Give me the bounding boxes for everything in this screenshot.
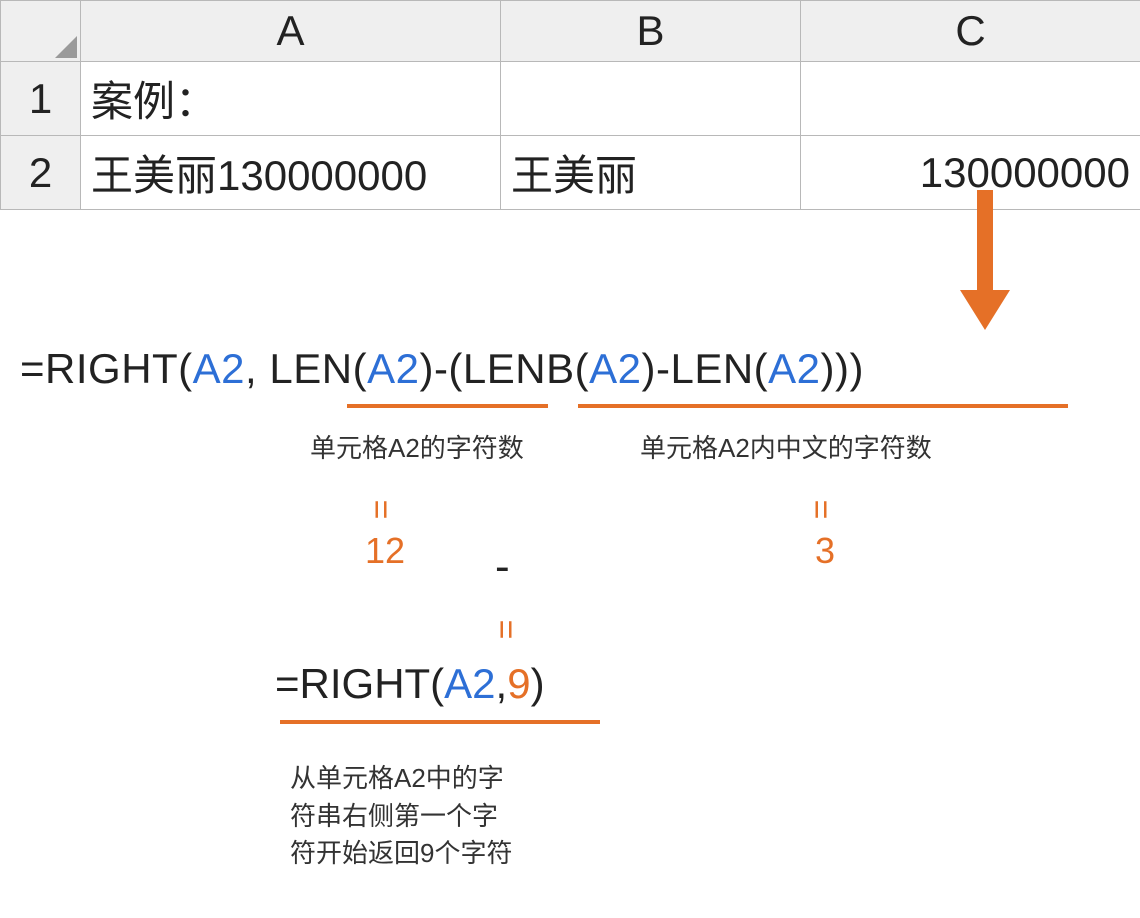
cell-ref: A2 [589, 345, 641, 392]
value-nine: 9 [507, 660, 530, 707]
arrow-down-icon [960, 190, 1010, 330]
value-12: 12 [365, 530, 405, 572]
cell-ref: A2 [444, 660, 495, 707]
row-header-1[interactable]: 1 [1, 62, 81, 136]
formula-text: ) [531, 660, 545, 707]
row-header-2[interactable]: 2 [1, 136, 81, 210]
cell-B2[interactable]: 王美丽 [501, 136, 801, 210]
annotation-line: 从单元格A2中的字 [290, 760, 512, 798]
cell-ref: A2 [367, 345, 419, 392]
annotation-len: 单元格A2的字符数 [310, 428, 524, 465]
formula-text: )-LEN( [642, 345, 769, 392]
underline-3 [280, 720, 600, 724]
underline-2 [578, 404, 1068, 408]
formula-text: )-(LENB( [419, 345, 589, 392]
cell-ref: A2 [768, 345, 820, 392]
value-3: 3 [815, 530, 835, 572]
annotation-line: 符串右侧第一个字 [290, 798, 512, 836]
col-header-A[interactable]: A [81, 1, 501, 62]
formula-text: =RIGHT( [275, 660, 444, 707]
formula-text: ))) [821, 345, 864, 392]
annotation-line: 符开始返回9个字符 [290, 835, 512, 873]
minus-sign: - [495, 542, 510, 592]
cell-C1[interactable] [801, 62, 1140, 136]
equals-sign: = [360, 500, 399, 520]
corner-triangle-icon [55, 36, 77, 58]
spreadsheet: A B C 1 案例： 2 王美丽130000000 王美丽 130000000 [0, 0, 1140, 210]
formula-simplified: =RIGHT(A2,9) [275, 660, 545, 708]
cell-A2[interactable]: 王美丽130000000 [81, 136, 501, 210]
annotation-chinese-chars: 单元格A2内中文的字符数 [640, 428, 932, 465]
formula-main: =RIGHT(A2, LEN(A2)-(LENB(A2)-LEN(A2))) [20, 345, 864, 393]
formula-text: , [496, 660, 508, 707]
equals-sign: = [800, 500, 839, 520]
formula-text: , LEN( [245, 345, 367, 392]
cell-B1[interactable] [501, 62, 801, 136]
equals-sign: = [485, 620, 524, 640]
cell-ref: A2 [193, 345, 245, 392]
annotation-result: 从单元格A2中的字 符串右侧第一个字 符开始返回9个字符 [290, 760, 512, 873]
col-header-B[interactable]: B [501, 1, 801, 62]
col-header-C[interactable]: C [801, 1, 1140, 62]
select-all-corner[interactable] [1, 1, 81, 62]
underline-1 [347, 404, 548, 408]
cell-A1[interactable]: 案例： [81, 62, 501, 136]
formula-text: =RIGHT( [20, 345, 193, 392]
